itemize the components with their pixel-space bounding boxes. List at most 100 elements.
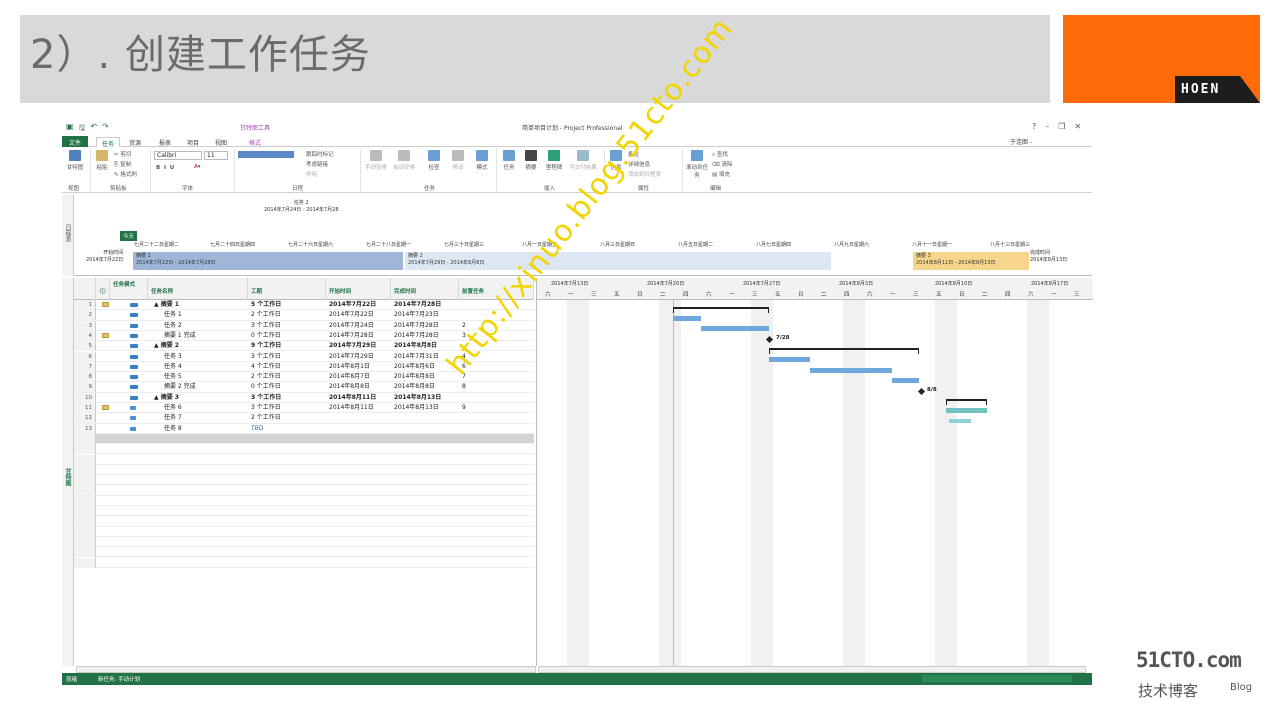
gantt-summary-bar-3[interactable] [946,399,987,405]
predecessors-cell[interactable] [459,444,534,454]
table-row[interactable]: 2 任务 12 个工作日 2014年7月22日 2014年7月23日 [74,310,534,321]
save-icon[interactable]: 🖫 [79,122,86,136]
finish-cell[interactable] [391,485,459,495]
finish-cell[interactable] [391,537,459,547]
table-row[interactable] [74,444,534,455]
task-name-cell[interactable]: ▲ 摘要 2 [148,341,248,351]
note-indicator-icon[interactable] [102,405,109,410]
table-row[interactable] [74,536,534,548]
task-name-cell[interactable]: 任务 2 [148,321,248,331]
table-row[interactable]: 13 任务 8 TBD [74,423,534,434]
start-cell[interactable]: 2014年8月11日 [326,393,391,403]
row-number[interactable] [74,516,96,527]
scroll-to-task-button[interactable]: 滚动到任务 [686,150,708,179]
table-row[interactable] [74,506,534,517]
start-cell[interactable] [326,558,391,568]
task-name-cell[interactable]: 任务 5 [148,372,248,382]
row-number[interactable] [74,547,96,558]
task-name-cell[interactable] [148,465,248,475]
predecessors-cell[interactable] [459,558,534,568]
finish-cell[interactable] [391,496,459,506]
duration-cell[interactable] [248,537,326,547]
start-cell[interactable]: 2014年8月7日 [326,372,391,382]
duration-cell[interactable]: 3 个工作日 [248,352,326,362]
finish-cell[interactable] [391,455,459,465]
table-row[interactable]: 12 任务 72 个工作日 [74,413,534,424]
gantt-chart[interactable]: 2014年7月13日 2014年7月20日 2014年7月27日 2014年8月… [536,278,1093,666]
gantt-summary-bar-2[interactable] [769,348,919,354]
duration-cell[interactable]: 3 个工作日 [248,321,326,331]
gantt-horizontal-scrollbar[interactable] [538,666,1086,673]
duration-cell[interactable] [248,475,326,485]
row-number[interactable]: 1 [74,300,96,310]
duration-cell[interactable] [248,527,326,537]
insert-task-button[interactable]: 任务 [500,150,518,171]
duration-cell[interactable]: 3 个工作日 [248,393,326,403]
undo-icon[interactable]: ↶ [90,122,97,136]
duration-cell[interactable]: 2 个工作日 [248,372,326,382]
predecessors-cell[interactable] [459,424,534,434]
note-indicator-icon[interactable] [102,332,109,338]
predecessors-cell[interactable]: 8 [459,382,534,392]
table-row[interactable] [74,464,534,476]
finish-cell[interactable] [391,475,459,485]
task-name-cell[interactable]: 任务 4 [148,362,248,372]
task-name-cell[interactable] [148,496,248,506]
row-number[interactable]: 3 [74,320,96,331]
move-button[interactable]: 移动 [448,150,468,171]
predecessors-cell[interactable] [459,506,534,516]
mode-button[interactable]: 模式 [472,150,492,171]
duration-cell[interactable]: 3 个工作日 [248,403,326,413]
finish-cell[interactable] [391,434,459,444]
row-number[interactable]: 10 [74,392,96,403]
duration-cell[interactable] [248,455,326,465]
predecessors-cell[interactable] [459,434,534,444]
start-cell[interactable]: 2014年8月1日 [326,362,391,372]
row-number[interactable] [74,464,96,475]
table-row[interactable]: 1 ▲ 摘要 15 个工作日 2014年7月22日 2014年7月28日 [74,300,534,311]
indicators-column-icon[interactable]: ⓘ [96,278,110,300]
predecessors-cell[interactable] [459,516,534,526]
row-number[interactable] [74,444,96,455]
start-cell[interactable] [326,527,391,537]
col-task-name[interactable]: 任务名称 [148,278,248,300]
task-name-cell[interactable]: 任务 1 [148,310,248,320]
table-row[interactable]: 11 任务 63 个工作日 2014年8月11日 2014年8月13日 9 [74,403,534,414]
table-row[interactable]: 9 摘要 2 完成 0 个工作日 2014年8月8日 2014年8月8日 8 [74,382,534,393]
percent-complete-icons[interactable] [238,151,294,158]
table-row[interactable] [74,526,534,537]
finish-cell[interactable] [391,424,459,434]
table-row[interactable] [74,454,534,465]
start-cell[interactable]: 2014年7月28日 [326,331,391,341]
predecessors-cell[interactable] [459,465,534,475]
add-to-timeline-button[interactable]: 添加到日程表 [628,170,661,178]
start-cell[interactable] [326,537,391,547]
task-name-cell[interactable] [148,455,248,465]
user-account[interactable]: 于连图 - [1010,137,1032,146]
finish-cell[interactable]: 2014年8月13日 [391,403,459,413]
finish-cell[interactable]: 2014年8月8日 [391,372,459,382]
finish-cell[interactable] [391,547,459,557]
inspect-button[interactable]: 检查 [424,150,444,171]
start-cell[interactable] [326,475,391,485]
task-name-cell[interactable]: 任务 7 [148,413,248,423]
sheet-horizontal-scrollbar[interactable] [76,666,536,673]
row-number[interactable] [74,557,96,568]
task-name-cell[interactable]: 摘要 1 完成 [148,331,248,341]
finish-cell[interactable] [391,444,459,454]
predecessors-cell[interactable] [459,485,534,495]
row-number[interactable]: 6 [74,351,96,362]
predecessors-cell[interactable] [459,393,534,403]
timeline-bar-summary-2[interactable]: 摘要 2 2014年7月29日 - 2014年8月8日 [404,251,832,271]
select-all-corner[interactable] [74,278,96,300]
row-number[interactable] [74,433,96,444]
predecessors-cell[interactable] [459,527,534,537]
start-cell[interactable]: 2014年7月22日 [326,310,391,320]
finish-cell[interactable] [391,413,459,423]
duration-cell[interactable]: 2 个工作日 [248,413,326,423]
duration-cell[interactable]: 4 个工作日 [248,362,326,372]
duration-cell[interactable] [248,558,326,568]
predecessors-cell[interactable] [459,413,534,423]
task-name-cell[interactable]: 摘要 2 完成 [148,382,248,392]
row-number[interactable] [74,475,96,486]
